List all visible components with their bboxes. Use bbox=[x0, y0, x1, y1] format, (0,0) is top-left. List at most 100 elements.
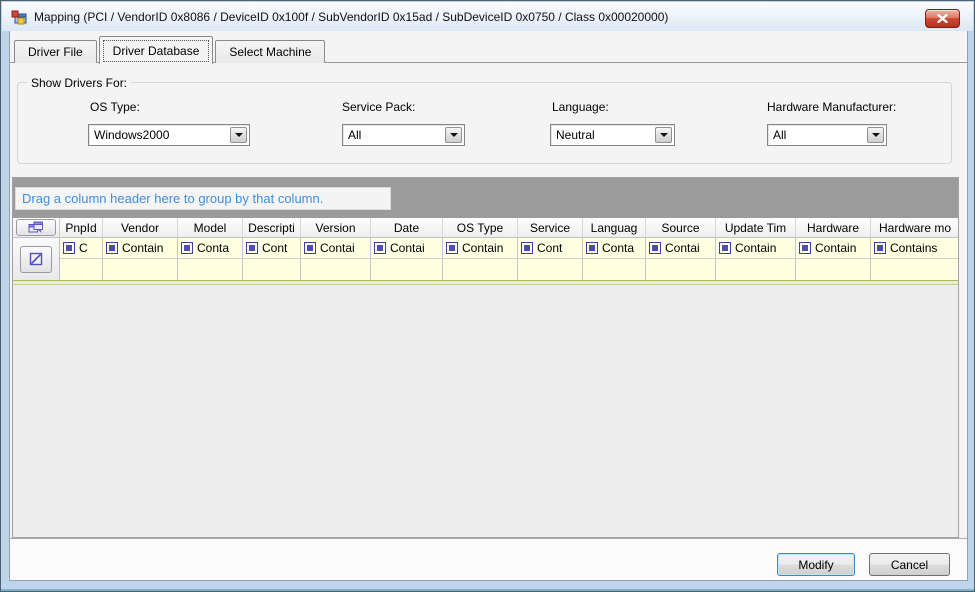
filter-input-os-type[interactable] bbox=[443, 259, 518, 280]
title-bar: Mapping (PCI / VendorID 0x8086 / DeviceI… bbox=[2, 2, 973, 31]
filter-operator-glyph bbox=[109, 245, 115, 251]
filter-cell-source[interactable]: Contai bbox=[646, 238, 716, 258]
column-header-descripti[interactable]: Descripti bbox=[243, 218, 301, 237]
os-type-select[interactable]: Windows2000 bbox=[88, 124, 250, 146]
filter-input-hardware-mo[interactable] bbox=[871, 259, 959, 280]
filter-operator-text: Contai bbox=[390, 241, 425, 255]
grid-corner-cell bbox=[13, 218, 60, 237]
filter-cell-hardware[interactable]: Contain bbox=[796, 238, 871, 258]
language-value: Neutral bbox=[556, 128, 595, 142]
filter-operator-icon[interactable] bbox=[304, 242, 316, 254]
groupbox-label: Show Drivers For: bbox=[27, 76, 131, 90]
column-header-hardware-mo[interactable]: Hardware mo bbox=[871, 218, 959, 237]
filter-input-model[interactable] bbox=[178, 259, 243, 280]
grid-header-row: PnpIdVendorModelDescriptiVersionDateOS T… bbox=[13, 218, 958, 238]
tab-driver-database[interactable]: Driver Database bbox=[99, 36, 214, 64]
column-header-hardware[interactable]: Hardware bbox=[796, 218, 871, 237]
filter-operator-icon[interactable] bbox=[181, 242, 193, 254]
tab-driver-file[interactable]: Driver File bbox=[14, 40, 97, 63]
hardware-manufacturer-select[interactable]: All bbox=[767, 124, 887, 146]
filter-operator-icon[interactable] bbox=[719, 242, 731, 254]
service-pack-value: All bbox=[348, 128, 361, 142]
filter-cell-service[interactable]: Cont bbox=[518, 238, 583, 258]
filter-operator-text: Contain bbox=[462, 241, 503, 255]
filter-empty-row bbox=[60, 259, 958, 280]
driver-grid: Drag a column header here to group by th… bbox=[12, 177, 959, 538]
filter-cell-vendor[interactable]: Contain bbox=[103, 238, 178, 258]
filter-operator-icon[interactable] bbox=[874, 242, 886, 254]
cancel-button[interactable]: Cancel bbox=[869, 553, 950, 576]
filter-cell-date[interactable]: Contai bbox=[371, 238, 443, 258]
edit-filter-button[interactable] bbox=[20, 246, 52, 273]
customize-columns-button[interactable] bbox=[16, 219, 56, 236]
filter-operator-icon[interactable] bbox=[521, 242, 533, 254]
filter-input-pnpid[interactable] bbox=[60, 259, 103, 280]
filter-operator-icon[interactable] bbox=[586, 242, 598, 254]
filter-cell-languag[interactable]: Conta bbox=[583, 238, 646, 258]
filter-operator-glyph bbox=[249, 245, 255, 251]
filter-cell-descripti[interactable]: Cont bbox=[243, 238, 301, 258]
filter-operator-glyph bbox=[307, 245, 313, 251]
filter-cell-version[interactable]: Contai bbox=[301, 238, 371, 258]
group-by-band[interactable]: Drag a column header here to group by th… bbox=[13, 178, 958, 218]
filter-input-descripti[interactable] bbox=[243, 259, 301, 280]
filter-cell-model[interactable]: Conta bbox=[178, 238, 243, 258]
filter-operator-icon[interactable] bbox=[649, 242, 661, 254]
column-header-date[interactable]: Date bbox=[371, 218, 443, 237]
column-header-vendor[interactable]: Vendor bbox=[103, 218, 178, 237]
filter-cell-pnpid[interactable]: C bbox=[60, 238, 103, 258]
modify-button[interactable]: Modify bbox=[777, 553, 855, 576]
filter-operator-glyph bbox=[722, 245, 728, 251]
os-type-dropdown-button[interactable] bbox=[230, 127, 247, 143]
filter-input-update-tim[interactable] bbox=[716, 259, 796, 280]
service-pack-dropdown-button[interactable] bbox=[445, 127, 462, 143]
service-pack-select[interactable]: All bbox=[342, 124, 465, 146]
group-by-hint: Drag a column header here to group by th… bbox=[15, 187, 391, 210]
filter-cells: C Contain Conta Cont Contai Contai Contain Cont… bbox=[60, 238, 958, 280]
filter-input-version[interactable] bbox=[301, 259, 371, 280]
column-header-service[interactable]: Service bbox=[518, 218, 583, 237]
filter-operator-icon[interactable] bbox=[799, 242, 811, 254]
filter-operator-icon[interactable] bbox=[374, 242, 386, 254]
column-header-source[interactable]: Source bbox=[646, 218, 716, 237]
filter-operator-text: Contain bbox=[735, 241, 776, 255]
filter-operator-text: Contain bbox=[815, 241, 856, 255]
hardware-manufacturer-label: Hardware Manufacturer: bbox=[767, 100, 896, 114]
filter-input-date[interactable] bbox=[371, 259, 443, 280]
grid-empty-area bbox=[13, 285, 958, 537]
filter-operator-text: Cont bbox=[262, 241, 287, 255]
chevron-down-icon bbox=[872, 133, 880, 137]
column-header-model[interactable]: Model bbox=[178, 218, 243, 237]
filter-input-source[interactable] bbox=[646, 259, 716, 280]
filter-operator-icon[interactable] bbox=[446, 242, 458, 254]
hardware-manufacturer-dropdown-button[interactable] bbox=[867, 127, 884, 143]
filter-operator-icon[interactable] bbox=[106, 242, 118, 254]
chevron-down-icon bbox=[660, 133, 668, 137]
filter-input-languag[interactable] bbox=[583, 259, 646, 280]
column-header-pnpid[interactable]: PnpId bbox=[60, 218, 103, 237]
filter-operator-icon[interactable] bbox=[63, 242, 75, 254]
language-dropdown-button[interactable] bbox=[655, 127, 672, 143]
show-drivers-groupbox: Show Drivers For: bbox=[17, 82, 952, 164]
auto-filter-row: C Contain Conta Cont Contai Contai Contain Cont… bbox=[13, 238, 958, 280]
filter-operator-text: Contain bbox=[122, 241, 163, 255]
filter-cell-os-type[interactable]: Contain bbox=[443, 238, 518, 258]
filter-operator-text: Cont bbox=[537, 241, 562, 255]
filter-cell-update-tim[interactable]: Contain bbox=[716, 238, 796, 258]
filter-cell-hardware-mo[interactable]: Contains bbox=[871, 238, 959, 258]
filter-input-vendor[interactable] bbox=[103, 259, 178, 280]
dialog-window: Mapping (PCI / VendorID 0x8086 / DeviceI… bbox=[0, 0, 975, 592]
language-select[interactable]: Neutral bbox=[550, 124, 675, 146]
column-header-languag[interactable]: Languag bbox=[583, 218, 646, 237]
column-header-version[interactable]: Version bbox=[301, 218, 371, 237]
column-header-os-type[interactable]: OS Type bbox=[443, 218, 518, 237]
close-button[interactable] bbox=[925, 9, 960, 28]
column-header-update-tim[interactable]: Update Tim bbox=[716, 218, 796, 237]
window-title: Mapping (PCI / VendorID 0x8086 / DeviceI… bbox=[34, 10, 668, 24]
tab-select-machine[interactable]: Select Machine bbox=[215, 40, 325, 63]
filter-operator-icon[interactable] bbox=[246, 242, 258, 254]
service-pack-label: Service Pack: bbox=[342, 100, 415, 114]
filter-input-service[interactable] bbox=[518, 259, 583, 280]
hardware-manufacturer-value: All bbox=[773, 128, 786, 142]
filter-input-hardware[interactable] bbox=[796, 259, 871, 280]
